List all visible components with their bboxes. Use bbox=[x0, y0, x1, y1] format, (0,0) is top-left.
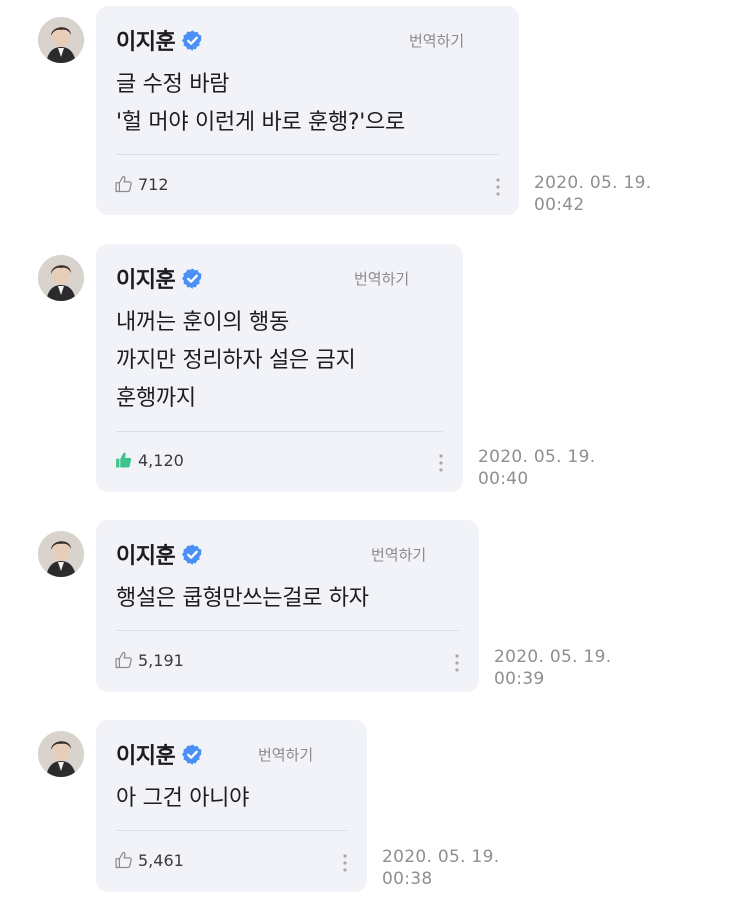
timestamp: 2020. 05. 19. 00:38 bbox=[382, 846, 499, 890]
comment-bubble: 이지훈 번역하기 내꺼는 훈이의 행동 까지만 정리하자 설은 금지 훈행까지 … bbox=[96, 244, 463, 492]
timestamp-time: 00:40 bbox=[478, 469, 529, 489]
comment-bubble: 이지훈 번역하기 글 수정 바람 '헐 머야 이런게 바로 훈행?'으로 712 bbox=[96, 6, 519, 215]
like-button[interactable]: 5,191 bbox=[114, 648, 184, 672]
more-options-icon[interactable] bbox=[339, 852, 351, 874]
author-name[interactable]: 이지훈 bbox=[116, 262, 176, 294]
more-options-icon[interactable] bbox=[492, 176, 504, 198]
verified-badge-icon bbox=[182, 267, 202, 289]
thumbs-up-icon bbox=[115, 851, 132, 869]
translate-button[interactable]: 번역하기 bbox=[258, 744, 313, 765]
timestamp: 2020. 05. 19. 00:39 bbox=[494, 646, 611, 690]
comment-text: 글 수정 바람 '헐 머야 이런게 바로 훈행?'으로 bbox=[116, 72, 405, 135]
timestamp-date: 2020. 05. 19. bbox=[494, 647, 612, 667]
like-button[interactable]: 4,120 bbox=[114, 448, 184, 472]
timestamp-date: 2020. 05. 19. bbox=[478, 447, 596, 467]
comment-header: 이지훈 bbox=[116, 538, 204, 570]
comment-header: 이지훈 bbox=[116, 262, 204, 294]
translate-button[interactable]: 번역하기 bbox=[354, 268, 409, 289]
thumbs-up-icon bbox=[115, 651, 132, 669]
verified-badge-icon bbox=[182, 29, 202, 51]
thumbs-up-icon bbox=[115, 175, 132, 193]
author-name[interactable]: 이지훈 bbox=[116, 738, 176, 770]
divider bbox=[116, 830, 347, 831]
like-count: 712 bbox=[138, 174, 169, 194]
verified-badge-icon bbox=[182, 743, 202, 765]
avatar[interactable] bbox=[38, 17, 84, 63]
profile-photo bbox=[38, 255, 84, 301]
avatar[interactable] bbox=[38, 255, 84, 301]
like-count: 5,191 bbox=[138, 650, 184, 670]
like-button[interactable]: 5,461 bbox=[114, 848, 184, 872]
more-options-icon[interactable] bbox=[435, 452, 447, 474]
translate-button[interactable]: 번역하기 bbox=[409, 30, 464, 51]
timestamp: 2020. 05. 19. 00:42 bbox=[534, 172, 651, 216]
like-count: 5,461 bbox=[138, 850, 184, 870]
author-name[interactable]: 이지훈 bbox=[116, 24, 176, 56]
comment-bubble: 이지훈 번역하기 행설은 쿱형만쓰는걸로 하자 5,191 bbox=[96, 520, 479, 692]
profile-photo bbox=[38, 531, 84, 577]
comment-header: 이지훈 bbox=[116, 24, 204, 56]
thumbs-up-filled-icon bbox=[116, 452, 132, 468]
profile-photo bbox=[38, 731, 84, 777]
avatar[interactable] bbox=[38, 531, 84, 577]
timestamp-time: 00:42 bbox=[534, 195, 585, 215]
comment-text: 내꺼는 훈이의 행동 까지만 정리하자 설은 금지 훈행까지 bbox=[116, 310, 356, 411]
divider bbox=[116, 630, 459, 631]
verified-badge-icon bbox=[182, 543, 202, 565]
comment-text: 아 그건 아니야 bbox=[116, 786, 250, 811]
divider bbox=[116, 154, 499, 155]
comment-header: 이지훈 bbox=[116, 738, 204, 770]
timestamp-date: 2020. 05. 19. bbox=[534, 173, 652, 193]
timestamp-time: 00:39 bbox=[494, 669, 545, 689]
timestamp-time: 00:38 bbox=[382, 869, 433, 889]
author-name[interactable]: 이지훈 bbox=[116, 538, 176, 570]
more-options-icon[interactable] bbox=[451, 652, 463, 674]
like-button[interactable]: 712 bbox=[114, 172, 169, 196]
comment-text: 행설은 쿱형만쓰는걸로 하자 bbox=[116, 586, 369, 611]
timestamp-date: 2020. 05. 19. bbox=[382, 847, 500, 867]
timestamp: 2020. 05. 19. 00:40 bbox=[478, 446, 595, 490]
like-count: 4,120 bbox=[138, 450, 184, 470]
avatar[interactable] bbox=[38, 731, 84, 777]
translate-button[interactable]: 번역하기 bbox=[371, 544, 426, 565]
comment-bubble: 이지훈 번역하기 아 그건 아니야 5,461 bbox=[96, 720, 367, 892]
divider bbox=[116, 431, 443, 432]
profile-photo bbox=[38, 17, 84, 63]
